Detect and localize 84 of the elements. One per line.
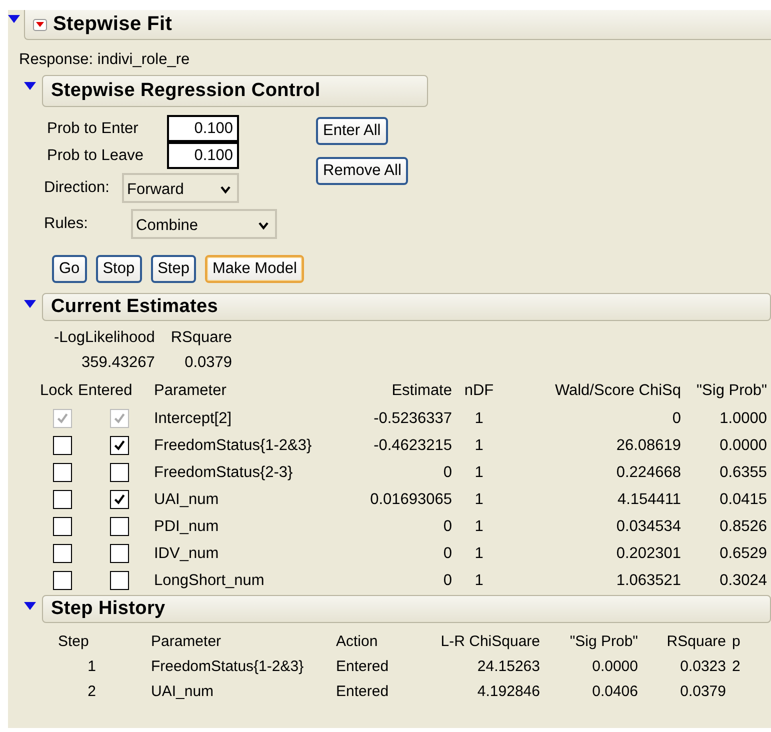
- table-cell-text: 1: [474, 571, 484, 591]
- field-label: Direction:: [44, 179, 110, 197]
- table-cell-text: 0: [442, 571, 452, 591]
- table-cell-text: 0.034534: [615, 517, 681, 537]
- dropdown[interactable]: Combine: [131, 209, 277, 239]
- report-title: Stepwise Fit: [53, 13, 172, 36]
- column-header: "Sig Prob": [696, 382, 767, 401]
- table-cell-text: 26.08619: [615, 436, 681, 456]
- column-header: nDF: [463, 382, 495, 401]
- table-cell-text: 0: [442, 544, 452, 564]
- column-header: p: [731, 633, 742, 650]
- field-label: Prob to Enter: [46, 120, 140, 138]
- input-field[interactable]: 0.100: [167, 142, 239, 169]
- table-cell-text: 0.0323: [679, 658, 726, 675]
- column-header: Step: [58, 633, 90, 650]
- table-cell-text: 1: [86, 658, 97, 675]
- field-label: Prob to Leave: [46, 146, 145, 164]
- table-cell-text: 4.154411: [616, 490, 681, 510]
- table-cell-text: 1.0000: [718, 409, 767, 429]
- table-cell-text: 359.43267: [80, 354, 155, 372]
- button[interactable]: Stop: [96, 255, 142, 283]
- table-cell-text: IDV_num: [154, 544, 220, 564]
- table-cell-text: Entered: [336, 683, 390, 700]
- column-header: RSquare: [666, 633, 726, 650]
- table-cell-text: 4.192846: [476, 683, 540, 700]
- table-cell-text: 0: [442, 463, 452, 483]
- table-cell-text: -0.5236337: [372, 409, 452, 429]
- table-cell-text: FreedomStatus{1-2&3}: [150, 658, 305, 675]
- column-header: Parameter: [154, 382, 228, 401]
- column-header: Estimate: [390, 382, 452, 401]
- table-cell-text: 0.202301: [615, 544, 681, 564]
- column-header: RSquare: [170, 329, 232, 347]
- table-cell-text: 1: [474, 409, 484, 429]
- table-cell-text: 1: [474, 517, 484, 537]
- table-cell-text: PDI_num: [154, 517, 220, 537]
- table-cell-text: Entered: [336, 658, 390, 675]
- table-cell-text: 0.6355: [718, 463, 767, 483]
- field-label: Rules:: [44, 215, 89, 233]
- table-cell-text: LongShort_num: [154, 571, 266, 591]
- table-cell-text: 0.8526: [718, 517, 767, 537]
- table-cell-text: 2: [86, 683, 97, 700]
- column-header: Wald/Score ChiSq: [554, 382, 681, 401]
- table-cell-text: 0.3024: [718, 571, 767, 591]
- table-cell-text: 0.0000: [718, 436, 767, 456]
- button[interactable]: Step: [150, 255, 196, 283]
- table-cell-text: 0.0406: [591, 683, 638, 700]
- button[interactable]: Remove All: [316, 157, 408, 185]
- table-cell-text: 0.0415: [718, 490, 767, 510]
- table-cell-text: 1: [474, 436, 484, 456]
- table-cell-text: FreedomStatus{1-2&3}: [154, 436, 313, 456]
- button[interactable]: Make Model: [205, 255, 304, 283]
- column-header: Action: [336, 633, 379, 650]
- column-header: Entered: [78, 382, 134, 401]
- column-header: Parameter: [150, 633, 222, 650]
- section-title: Stepwise Regression Control: [42, 75, 428, 107]
- table-cell-text: Intercept[2]: [154, 409, 233, 429]
- table-cell-text: 0.0379: [184, 354, 232, 372]
- table-cell-text: 0.0379: [679, 683, 726, 700]
- table-cell-text: 0.224668: [615, 463, 681, 483]
- table-cell-text: 1: [474, 463, 484, 483]
- table-cell-text: 1.063521: [615, 571, 681, 591]
- column-header: -LogLikelihood: [54, 329, 155, 347]
- button[interactable]: Go: [52, 255, 87, 283]
- table-cell-text: 2: [731, 658, 742, 675]
- table-cell-text: 1: [474, 544, 484, 564]
- table-cell-text: UAI_num: [154, 490, 220, 510]
- table-cell-text: 0.0000: [591, 658, 638, 675]
- response-label: Response: indivi_role_re: [18, 50, 191, 70]
- column-header: "Sig Prob": [568, 633, 638, 650]
- table-cell-text: 1: [474, 490, 484, 510]
- table-cell-text: 0.01693065: [369, 490, 452, 510]
- table-cell-text: UAI_num: [150, 683, 215, 700]
- section-title: Current Estimates: [42, 293, 771, 321]
- column-header: L-R ChiSquare: [440, 633, 540, 650]
- table-cell-text: 24.15263: [476, 658, 540, 675]
- input-field[interactable]: 0.100: [167, 115, 239, 142]
- table-cell-text: 0: [442, 517, 452, 537]
- table-cell-text: -0.4623215: [372, 436, 452, 456]
- button[interactable]: Enter All: [316, 117, 388, 145]
- table-cell-text: 0: [671, 409, 681, 429]
- dropdown[interactable]: Forward: [122, 173, 239, 203]
- table-cell-text: 0.6529: [718, 544, 767, 564]
- table-cell-text: FreedomStatus{2-3}: [154, 463, 294, 483]
- section-title: Step History: [42, 595, 771, 623]
